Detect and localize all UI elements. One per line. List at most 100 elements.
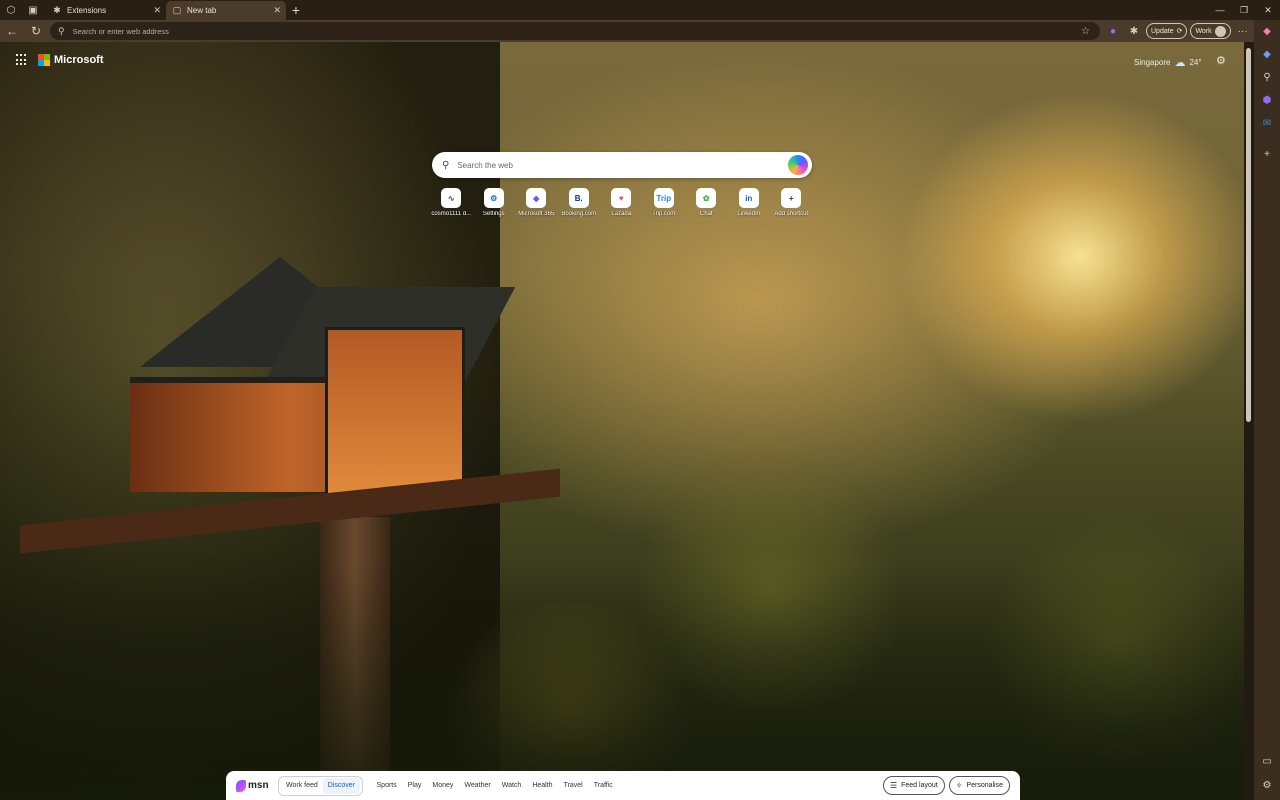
- screenshot-icon[interactable]: ▭: [1254, 750, 1280, 773]
- search-icon: ⚲: [58, 25, 65, 36]
- close-window-icon[interactable]: ✕: [1256, 0, 1280, 20]
- cloud-icon: ☁: [1174, 57, 1186, 69]
- wallpaper-foliage: [0, 562, 1244, 800]
- shortcut-label: Add shortcut: [774, 211, 809, 217]
- shortcut-tile[interactable]: + Add shortcut: [770, 188, 813, 217]
- outlook-icon[interactable]: ✉: [1254, 112, 1280, 135]
- msn-logo[interactable]: msn: [236, 779, 276, 792]
- shortcut-icon: +: [781, 188, 802, 208]
- feed-categories: Sports Play Money Weather Watch Health Travel T…: [371, 782, 618, 789]
- scrollbar-thumb[interactable]: [1246, 48, 1251, 422]
- profile-button[interactable]: Work: [1190, 23, 1231, 39]
- page-settings-icon[interactable]: ⚙: [1216, 54, 1226, 67]
- msn-bird-icon: [236, 779, 246, 792]
- window-controls: — ❐ ✕: [1208, 0, 1280, 20]
- avatar: [1214, 25, 1226, 37]
- shortcut-icon: ∿: [441, 188, 462, 208]
- tab-bar: ⬡ ▣ ✱ Extensions ✕ ▢ New tab ✕ + — ❐ ✕: [0, 0, 1280, 20]
- refresh-icon[interactable]: ↻: [24, 20, 48, 42]
- shortcut-label: Booking.com: [561, 211, 597, 217]
- tab-extensions[interactable]: ✱ Extensions ✕: [46, 0, 166, 20]
- address-placeholder: Search or enter web address: [72, 26, 169, 36]
- copilot-extension-icon[interactable]: ●: [1104, 20, 1122, 42]
- shortcut-label: Chat: [699, 211, 713, 217]
- feed-category-tab[interactable]: Watch: [496, 782, 527, 789]
- update-icon: ⟳: [1176, 28, 1183, 35]
- feed-layout-label: Feed layout: [901, 782, 938, 789]
- extensions-icon[interactable]: ✱: [1125, 20, 1143, 42]
- msn-logo-text: msn: [248, 780, 269, 791]
- update-button[interactable]: Update ⟳: [1146, 23, 1188, 39]
- feed-option-work[interactable]: Work feed: [281, 778, 323, 794]
- scrollbar[interactable]: [1244, 42, 1254, 800]
- quick-links: ∿ cosmo1111 d... ⚙ Settings ◆ Microsoft 365 B.…: [430, 188, 813, 217]
- shortcut-label: LinkedIn: [737, 211, 761, 217]
- tab-label: New tab: [187, 6, 217, 15]
- feed-category-tab[interactable]: Money: [427, 782, 459, 789]
- update-label: Update: [1151, 27, 1174, 35]
- shortcut-icon: ⚙: [483, 188, 504, 208]
- add-sidebar-app-icon[interactable]: +: [1254, 143, 1280, 166]
- shortcut-icon: ♥: [611, 188, 632, 208]
- copilot-alt-icon[interactable]: ◆: [1254, 43, 1280, 66]
- shortcut-tile[interactable]: ⚙ Settings: [473, 188, 516, 217]
- layout-icon: ☰: [889, 781, 898, 790]
- personalise-label: Personalise: [966, 782, 1003, 789]
- app-launcher-icon[interactable]: [16, 54, 28, 66]
- close-icon[interactable]: ✕: [273, 5, 281, 16]
- new-tab-button[interactable]: +: [286, 0, 306, 20]
- wallpaper-treehouse: [20, 257, 560, 800]
- shortcut-tile[interactable]: ◆ Microsoft 365: [515, 188, 558, 217]
- tab-label: Extensions: [67, 5, 107, 15]
- feed-category-tab[interactable]: Play: [402, 782, 427, 789]
- puzzle-icon: ✱: [53, 4, 61, 15]
- feed-selector: Work feed Discover: [278, 775, 364, 796]
- back-icon[interactable]: ←: [0, 20, 24, 42]
- tab-actions-icon[interactable]: ▣: [22, 0, 44, 20]
- personalise-button[interactable]: ✧ Personalise: [948, 776, 1010, 795]
- microsoft-logo-icon: [38, 54, 50, 66]
- shortcut-tile[interactable]: ✿ Chat: [685, 188, 728, 217]
- feed-option-discover[interactable]: Discover: [322, 777, 361, 794]
- wallpaper-house-glass: [325, 327, 465, 497]
- feed-actions: ☰ Feed layout ✧ Personalise: [882, 776, 1010, 795]
- web-search-box[interactable]: ⚲ Search the web: [432, 152, 812, 178]
- edge-sidebar: ◆ ◆ ⚲ ⬢ ✉ + ▭ ⚙: [1254, 20, 1280, 800]
- shortcut-label: Microsoft 365: [518, 211, 555, 217]
- shortcut-label: Trip.com: [652, 211, 676, 217]
- msn-feed-bar: msn Work feed Discover Sports Play Money We…: [226, 771, 1020, 800]
- shortcut-label: Lazada: [611, 211, 632, 217]
- shortcut-tile[interactable]: in LinkedIn: [728, 188, 771, 217]
- shortcut-tile[interactable]: Trip Trip.com: [643, 188, 686, 217]
- shortcut-tile[interactable]: ♥ Lazada: [600, 188, 643, 217]
- workspaces-icon[interactable]: ⬡: [0, 0, 22, 20]
- page-icon: ▢: [172, 5, 182, 15]
- feed-layout-button[interactable]: ☰ Feed layout: [882, 776, 945, 795]
- search-placeholder: Search the web: [457, 160, 513, 170]
- search-icon: ⚲: [442, 159, 450, 171]
- more-options-icon[interactable]: ···: [1234, 20, 1252, 42]
- restore-icon[interactable]: ❐: [1232, 0, 1256, 20]
- weather-temp: 24°: [1189, 58, 1202, 67]
- close-icon[interactable]: ✕: [153, 5, 161, 16]
- copilot-icon[interactable]: ◆: [1254, 20, 1280, 43]
- feed-category-tab[interactable]: Traffic: [588, 782, 618, 789]
- sidebar-settings-icon[interactable]: ⚙: [1254, 774, 1280, 797]
- shortcut-icon: ◆: [526, 188, 547, 208]
- feed-category-tab[interactable]: Health: [527, 782, 558, 789]
- shortcut-icon: in: [738, 188, 759, 208]
- address-bar[interactable]: ⚲ Search or enter web address ☆: [50, 22, 1100, 40]
- shortcut-tile[interactable]: ∿ cosmo1111 d...: [430, 188, 473, 217]
- minimize-icon[interactable]: —: [1208, 0, 1232, 20]
- feed-category-tab[interactable]: Weather: [459, 782, 496, 789]
- feed-category-tab[interactable]: Travel: [558, 782, 588, 789]
- copilot-icon[interactable]: [788, 155, 808, 175]
- search-icon[interactable]: ⚲: [1254, 66, 1280, 89]
- tab-new-tab[interactable]: ▢ New tab ✕: [166, 1, 286, 20]
- shortcut-tile[interactable]: B. Booking.com: [558, 188, 601, 217]
- feed-category-tab[interactable]: Sports: [371, 782, 402, 789]
- toolbar-actions: ● ✱ Update ⟳ Work ···: [1104, 20, 1252, 42]
- favorite-star-icon[interactable]: ☆: [1081, 26, 1090, 37]
- weather-widget[interactable]: Singapore ☁ 24°: [1134, 56, 1202, 69]
- office-icon[interactable]: ⬢: [1254, 89, 1280, 112]
